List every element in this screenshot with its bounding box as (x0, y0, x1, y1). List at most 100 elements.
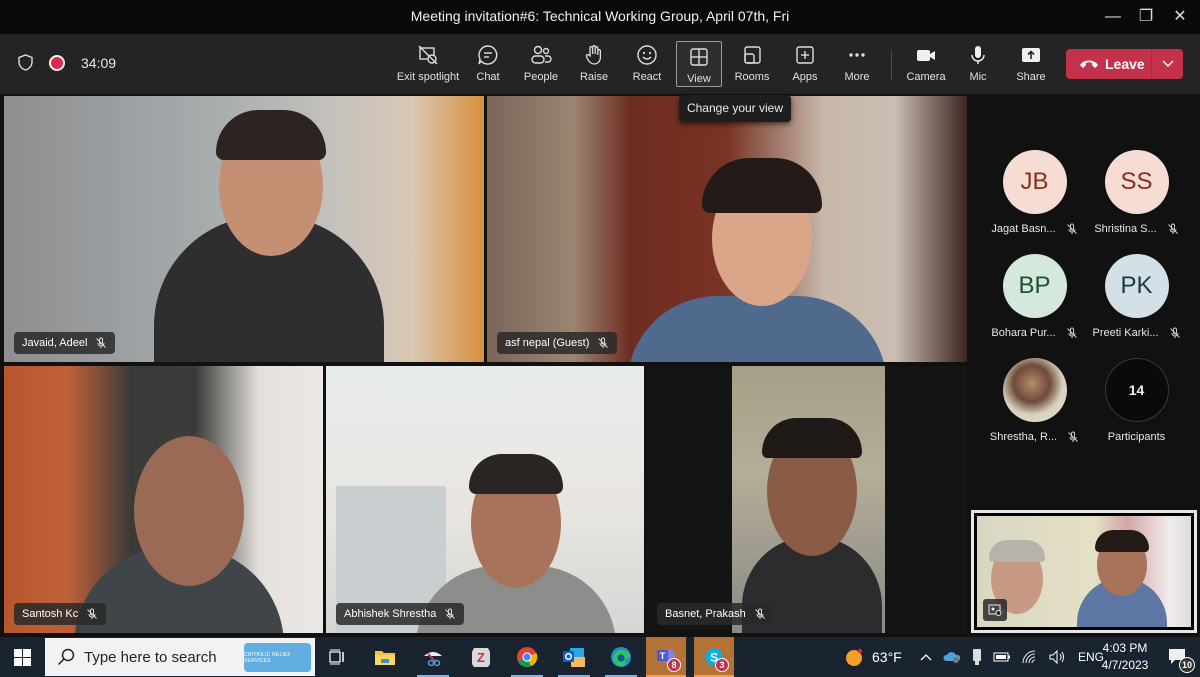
share-label: Share (1016, 71, 1046, 83)
participant-name: Santosh Kc (22, 608, 79, 620)
video-tile[interactable]: Santosh Kc (4, 366, 323, 633)
roster-item[interactable]: BP Bohara Pur... (982, 254, 1087, 339)
file-explorer-button[interactable] (365, 637, 405, 677)
show-hidden-icons-chevron-up-icon[interactable] (920, 653, 932, 661)
video-tile[interactable]: asf nepal (Guest) (487, 96, 967, 362)
participants-overflow-button[interactable]: 14 Participants (1084, 358, 1189, 443)
raise-hand-icon (568, 44, 620, 70)
windows-taskbar: Type here to search CATHOLIC RELIEF SERV… (0, 637, 1200, 677)
microphone-icon (952, 44, 1004, 70)
avatar: PK (1104, 254, 1169, 318)
volume-icon[interactable] (1049, 650, 1067, 664)
video-tile[interactable]: Javaid, Adeel (4, 96, 484, 362)
onedrive-icon[interactable] (943, 650, 961, 664)
battery-icon[interactable] (993, 652, 1011, 662)
exit-spotlight-button[interactable]: Exit spotlight (397, 40, 459, 88)
chevron-down-icon (1162, 60, 1173, 67)
taskbar-search-box[interactable]: Type here to search CATHOLIC RELIEF SERV… (45, 638, 315, 676)
roster-name: Bohara Pur... (982, 327, 1087, 339)
avatar-initials: PK (1120, 272, 1153, 299)
title-bar: Meeting invitation#6: Technical Working … (0, 0, 1200, 34)
leave-options-button[interactable] (1152, 57, 1183, 71)
roster-item[interactable]: JB Jagat Basn... (982, 150, 1087, 235)
share-button[interactable]: Share (1005, 40, 1057, 88)
roster-item[interactable]: Shrestha, R... (982, 358, 1087, 443)
skype-button[interactable]: S 3 (694, 637, 734, 677)
video-tile[interactable]: Basnet, Prakash (647, 366, 967, 633)
hang-up-icon (1080, 60, 1098, 68)
close-button[interactable]: ✕ (1167, 4, 1193, 30)
participant-roster: JB Jagat Basn... SS Shristina S... BP Bo… (970, 94, 1200, 514)
restore-icon: ❐ (1138, 8, 1154, 25)
teams-badge: 8 (667, 658, 681, 672)
participant-face (134, 436, 244, 586)
recording-indicator-icon (49, 54, 65, 71)
roster-item[interactable]: PK Preeti Karki... (1084, 254, 1189, 339)
weather-widget[interactable]: 63°F (844, 637, 902, 677)
mic-off-icon (1066, 327, 1077, 338)
react-button[interactable]: React (621, 40, 673, 88)
roster-item[interactable]: SS Shristina S... (1084, 150, 1189, 235)
file-explorer-icon (375, 651, 395, 665)
self-view[interactable] (971, 510, 1197, 633)
snipping-tool-button[interactable] (413, 637, 453, 677)
more-button[interactable]: More (831, 40, 883, 88)
participants-label: Participants (1107, 431, 1166, 443)
grid-view-icon (677, 46, 721, 72)
start-button[interactable] (0, 637, 44, 677)
search-placeholder: Type here to search (84, 648, 217, 666)
self-person-hair (1095, 530, 1149, 552)
leave-button[interactable]: Leave (1066, 49, 1152, 79)
weather-sun-icon (846, 648, 863, 666)
edge-button[interactable] (601, 637, 641, 677)
task-view-icon (329, 649, 344, 665)
mic-off-icon (754, 608, 765, 619)
camera-icon (900, 44, 952, 70)
rooms-icon (726, 44, 778, 70)
participant-name: asf nepal (Guest) (505, 337, 590, 349)
weather-temperature: 63°F (872, 649, 902, 665)
participant-nametag: Abhishek Shrestha (336, 603, 465, 625)
meeting-status: 34:09 (18, 54, 116, 71)
avatar-initials: JB (1020, 168, 1049, 195)
taskbar-clock[interactable]: 4:03 PM 4/7/2023 (1095, 640, 1155, 674)
task-view-button[interactable] (317, 637, 357, 677)
usb-device-icon[interactable] (972, 648, 982, 666)
view-tooltip: Change your view (679, 95, 791, 122)
window-title: Meeting invitation#6: Technical Working … (410, 8, 790, 24)
background-effects-icon (988, 604, 1002, 616)
minimize-button[interactable]: — (1100, 4, 1126, 30)
roster-name: Shristina S... (1084, 223, 1189, 235)
close-icon: ✕ (1173, 8, 1187, 25)
edge-icon (611, 647, 631, 667)
outlook-button[interactable] (554, 637, 594, 677)
restore-button[interactable]: ❐ (1133, 4, 1159, 30)
mic-off-icon (96, 337, 107, 348)
zotero-icon: Z (472, 648, 490, 667)
skype-badge: 3 (715, 658, 729, 672)
self-video (977, 516, 1191, 627)
shield-icon[interactable] (18, 54, 33, 71)
participant-video (732, 366, 885, 633)
chrome-button[interactable] (507, 637, 547, 677)
meeting-toolbar: 34:09 Exit spotlight Chat People Raise R… (0, 34, 1200, 94)
teams-button[interactable]: T 8 (646, 637, 686, 677)
minimize-icon: — (1105, 8, 1121, 25)
avatar-initials: SS (1120, 168, 1153, 195)
background-effects-button[interactable] (983, 599, 1007, 621)
self-person-hair (989, 540, 1045, 562)
wifi-icon[interactable] (1022, 650, 1038, 664)
notifications-button[interactable]: 10 (1158, 637, 1198, 677)
overflow-count-text: 14 (1128, 382, 1145, 398)
mic-off-icon (1066, 223, 1077, 234)
notifications-count: 10 (1179, 657, 1195, 673)
svg-text:Z: Z (477, 650, 485, 665)
roster-name: Shrestha, R... (982, 431, 1087, 443)
mic-off-icon (1167, 223, 1178, 234)
video-tile[interactable]: Abhishek Shrestha (326, 366, 644, 633)
participant-name: Basnet, Prakash (665, 608, 746, 620)
zotero-button[interactable]: Z (461, 637, 501, 677)
people-icon (515, 44, 567, 70)
search-highlight-banner[interactable]: CATHOLIC RELIEF SERVICES (244, 643, 311, 672)
mic-off-icon (445, 608, 456, 619)
